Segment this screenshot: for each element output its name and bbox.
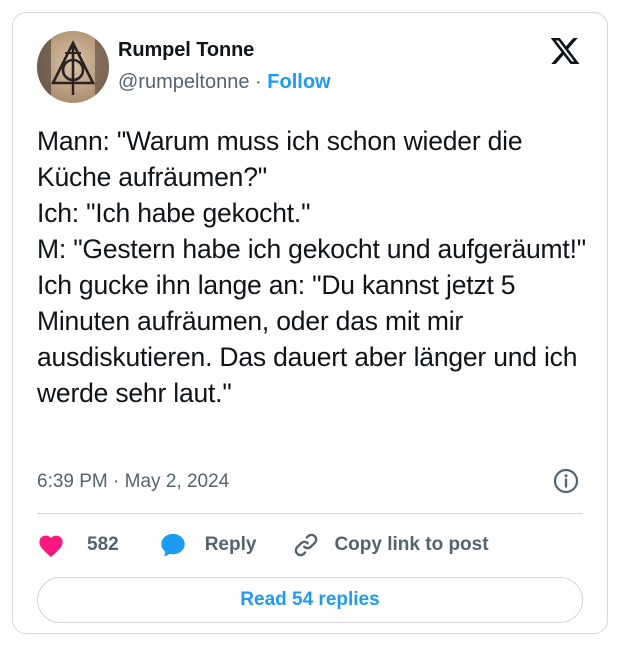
info-icon[interactable]	[553, 468, 579, 494]
post-card: Rumpel Tonne @rumpeltonne · Follow Mann:…	[12, 12, 608, 634]
heart-icon	[39, 535, 63, 558]
handle-separator: ·	[255, 71, 262, 93]
like-button[interactable]: 582	[37, 532, 119, 558]
post-timestamp[interactable]: 6:39 PM · May 2, 2024	[37, 471, 229, 493]
speech-bubble-icon	[161, 533, 185, 557]
author-handle[interactable]: @rumpeltonne	[118, 71, 249, 93]
author-name[interactable]: Rumpel Tonne	[118, 39, 254, 62]
copy-link-button[interactable]: Copy link to post	[292, 531, 489, 559]
follow-button[interactable]: Follow	[267, 71, 330, 93]
author-handle-line: @rumpeltonne · Follow	[118, 71, 331, 94]
copy-link-label: Copy link to post	[334, 534, 489, 555]
read-replies-button[interactable]: Read 54 replies	[37, 577, 583, 623]
x-logo-icon[interactable]	[549, 35, 581, 67]
action-bar: 582 Reply Copy link to post	[37, 529, 489, 561]
author-avatar[interactable]	[37, 31, 109, 103]
reply-label: Reply	[204, 534, 257, 555]
link-icon	[295, 533, 318, 557]
divider	[37, 513, 583, 514]
reply-button[interactable]: Reply	[159, 531, 257, 559]
like-count: 582	[87, 534, 119, 555]
deathly-hallows-avatar-icon	[37, 31, 109, 103]
post-text: Mann: "Warum muss ich schon wieder die K…	[37, 126, 586, 408]
